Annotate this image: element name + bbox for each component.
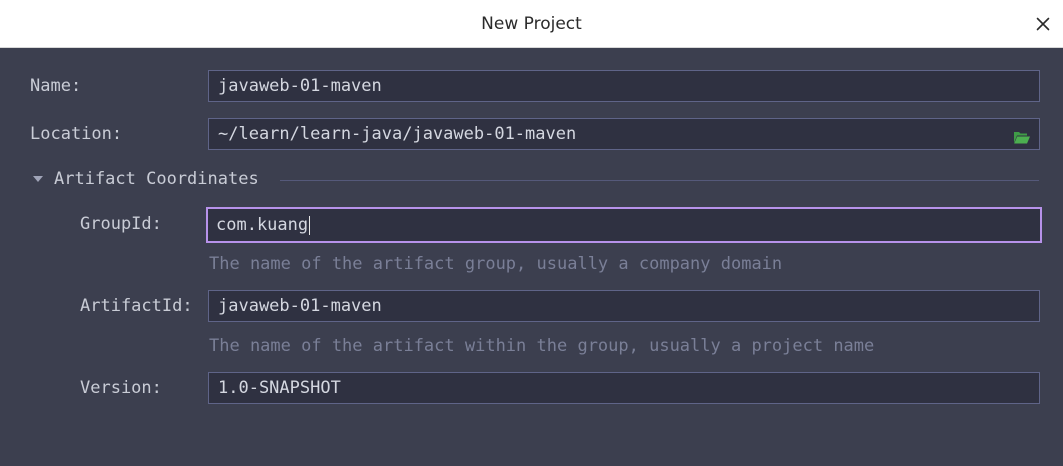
close-button[interactable] [1031, 12, 1055, 36]
close-icon [1036, 17, 1050, 31]
version-input[interactable]: 1.0-SNAPSHOT [208, 372, 1040, 404]
artifact-coordinates-toggle[interactable]: Artifact Coordinates [30, 164, 259, 194]
name-label: Name: [30, 76, 82, 96]
version-label: Version: [80, 378, 162, 398]
text-caret [309, 215, 311, 235]
name-value: javaweb-01-maven [218, 76, 382, 96]
artifactid-input[interactable]: javaweb-01-maven [208, 290, 1040, 322]
dialog-title: New Project [481, 14, 582, 34]
groupid-input[interactable]: com.kuang [206, 207, 1042, 243]
groupid-value: com.kuang [216, 215, 309, 235]
chevron-down-icon [30, 164, 46, 194]
groupid-hint: The name of the artifact group, usually … [209, 254, 783, 274]
groupid-label: GroupId: [80, 214, 162, 234]
folder-icon[interactable] [1013, 125, 1031, 144]
artifactid-value: javaweb-01-maven [218, 296, 382, 316]
version-value: 1.0-SNAPSHOT [218, 378, 341, 398]
title-bar: New Project [0, 0, 1063, 48]
artifactid-label: ArtifactId: [80, 296, 193, 316]
name-input[interactable]: javaweb-01-maven [208, 70, 1040, 102]
section-divider [280, 180, 1039, 181]
location-input[interactable]: ~/learn/learn-java/javaweb-01-maven [208, 118, 1040, 150]
dialog-content: Name: javaweb-01-maven Location: ~/learn… [0, 48, 1063, 466]
location-label: Location: [30, 124, 123, 144]
artifactid-hint: The name of the artifact within the grou… [209, 336, 875, 356]
location-value: ~/learn/learn-java/javaweb-01-maven [218, 124, 577, 144]
section-title: Artifact Coordinates [54, 169, 259, 189]
